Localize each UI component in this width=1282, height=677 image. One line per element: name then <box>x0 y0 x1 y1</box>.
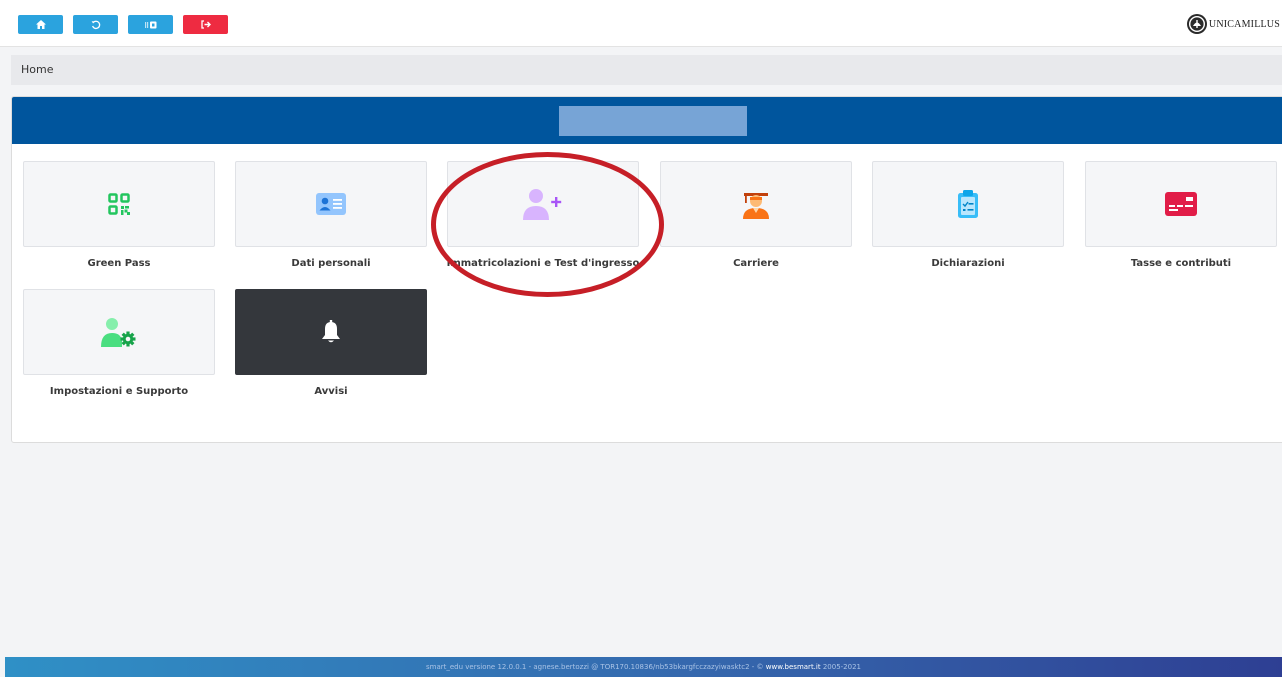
tile-dati-personali-box[interactable] <box>235 161 427 247</box>
university-crest-icon <box>1186 14 1207 34</box>
tile-avvisi-label[interactable]: Avvisi <box>215 386 447 397</box>
footer-version-text: smart_edu versione 12.0.0.1 - agnese.ber… <box>425 663 764 671</box>
history-icon <box>91 20 100 29</box>
top-bar: UNICAMILLUS <box>0 0 1282 47</box>
logout-button[interactable] <box>183 15 228 34</box>
tile-impostazioni-label[interactable]: Impostazioni e Supporto <box>12 386 235 397</box>
bell-icon <box>322 320 340 343</box>
tile-green-pass-box[interactable] <box>23 161 215 247</box>
graduate-icon <box>743 193 769 219</box>
user-gear-icon <box>101 318 136 347</box>
tile-carriere-box[interactable] <box>660 161 852 247</box>
breadcrumb-home[interactable]: Home <box>21 63 53 76</box>
footer: smart_edu versione 12.0.0.1 - agnese.ber… <box>5 657 1282 677</box>
tile-dati-personali-label[interactable]: Dati personali <box>215 258 447 269</box>
dashboard-panel: Green Pass Dati personali Immatricolazio… <box>11 96 1282 443</box>
brand-logo: UNICAMILLUS <box>1186 13 1280 35</box>
tile-immatricolazioni-box[interactable] <box>447 161 639 247</box>
tile-dichiarazioni-label[interactable]: Dichiarazioni <box>852 258 1084 269</box>
switch-icon <box>144 21 156 28</box>
tile-impostazioni-box[interactable] <box>23 289 215 375</box>
tile-avvisi-box[interactable] <box>235 289 427 375</box>
history-button[interactable] <box>73 15 118 34</box>
switch-button[interactable] <box>128 15 173 34</box>
logout-icon <box>200 20 211 29</box>
qr-code-icon <box>108 193 130 215</box>
footer-years: 2005-2021 <box>822 663 861 671</box>
redacted-title <box>559 106 747 136</box>
id-card-icon <box>316 193 346 215</box>
tile-immatricolazioni-label[interactable]: Immatricolazioni e Test d'ingresso <box>427 258 659 269</box>
tile-carriere-label[interactable]: Carriere <box>640 258 872 269</box>
breadcrumb: Home <box>11 55 1282 85</box>
footer-link[interactable]: www.besmart.it <box>766 663 821 671</box>
clipboard-check-icon <box>958 190 978 218</box>
tile-tasse-box[interactable] <box>1085 161 1277 247</box>
panel-header <box>12 97 1282 144</box>
user-plus-icon <box>523 189 562 220</box>
credit-card-icon <box>1165 192 1197 216</box>
home-button[interactable] <box>18 15 63 34</box>
home-icon <box>35 20 46 29</box>
tile-green-pass-label[interactable]: Green Pass <box>12 258 235 269</box>
brand-name: UNICAMILLUS <box>1208 18 1280 30</box>
tile-dichiarazioni-box[interactable] <box>872 161 1064 247</box>
tile-tasse-label[interactable]: Tasse e contributi <box>1065 258 1282 269</box>
